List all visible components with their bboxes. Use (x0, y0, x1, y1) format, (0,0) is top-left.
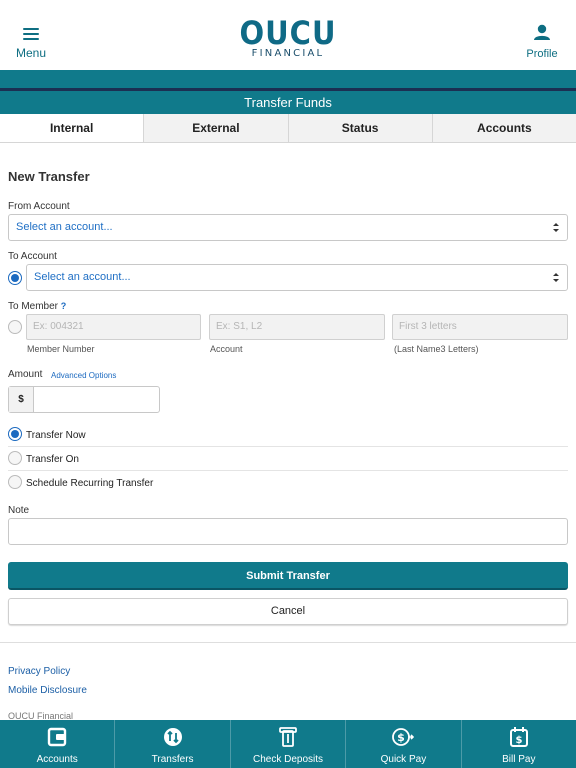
note-label: Note (8, 505, 30, 516)
tab-status[interactable]: Status (289, 114, 433, 142)
dollar-send-icon: $ (392, 728, 415, 746)
divider (8, 446, 568, 447)
nav-accounts[interactable]: Accounts (0, 720, 116, 768)
last-name-input[interactable]: First 3 letters (392, 314, 568, 340)
recurring-transfer-radio[interactable] (8, 475, 22, 489)
tab-accounts[interactable]: Accounts (433, 114, 576, 142)
to-member-radio[interactable] (8, 320, 22, 334)
wallet-icon (48, 727, 67, 747)
page-title: Transfer Funds (0, 91, 576, 114)
profile-label: Profile (526, 48, 558, 60)
transfer-now-radio[interactable] (8, 427, 22, 441)
transfer-tabs: Internal External Status Accounts (0, 114, 576, 143)
transfer-on-label[interactable]: Transfer On (26, 454, 79, 465)
transfer-now-label[interactable]: Transfer Now (26, 430, 86, 441)
from-account-label: From Account (8, 201, 70, 212)
to-member-label-text: To Member (8, 301, 59, 312)
to-account-value: Select an account... (34, 271, 131, 283)
select-caret-icon (553, 223, 559, 232)
menu-button[interactable]: Menu (10, 22, 52, 60)
currency-addon: $ (9, 387, 34, 412)
nav-accounts-label: Accounts (36, 754, 78, 765)
svg-text:$: $ (515, 735, 522, 746)
member-account-input[interactable]: Ex: S1, L2 (209, 314, 385, 340)
note-input[interactable] (8, 518, 568, 545)
member-account-label: Account (210, 344, 243, 354)
submit-transfer-button[interactable]: Submit Transfer (8, 562, 568, 590)
help-icon[interactable]: ? (61, 301, 67, 311)
menu-label: Menu (15, 46, 47, 60)
divider (8, 470, 568, 471)
footer-divider (0, 642, 576, 643)
nav-transfers-label: Transfers (151, 754, 194, 765)
nav-transfers[interactable]: Transfers (115, 720, 231, 768)
hamburger-icon (23, 28, 39, 40)
nav-quick-pay-label: Quick Pay (380, 754, 427, 765)
profile-button[interactable]: Profile (524, 24, 560, 60)
check-deposit-icon (279, 727, 297, 747)
amount-input[interactable]: $ (8, 386, 160, 413)
select-caret-icon (553, 273, 559, 282)
nav-bill-pay-label: Bill Pay (502, 754, 536, 765)
member-number-input[interactable]: Ex: 004321 (26, 314, 201, 340)
tab-external[interactable]: External (144, 114, 289, 142)
logo-wordmark: OUCU (239, 14, 337, 52)
member-number-label: Member Number (27, 344, 95, 354)
to-account-label: To Account (8, 251, 57, 262)
mobile-disclosure-link[interactable]: Mobile Disclosure (8, 685, 87, 696)
advanced-options-link[interactable]: Advanced Options (51, 371, 116, 380)
to-account-radio[interactable] (8, 271, 22, 285)
transfer-arrows-icon (163, 728, 182, 746)
last-name-label: (Last Name3 Letters) (394, 344, 479, 354)
to-account-select[interactable]: Select an account... (26, 264, 568, 291)
tab-internal[interactable]: Internal (0, 114, 145, 142)
nav-quick-pay[interactable]: $ Quick Pay (346, 720, 462, 768)
amount-label: Amount (8, 369, 43, 380)
svg-text:$: $ (398, 731, 406, 744)
header-band (0, 70, 576, 88)
nav-check-deposits-label: Check Deposits (253, 754, 324, 765)
from-account-select[interactable]: Select an account... (8, 214, 568, 241)
cancel-button[interactable]: Cancel (8, 598, 568, 625)
from-account-value: Select an account... (16, 221, 113, 233)
to-member-label: To Member ? (8, 301, 66, 312)
recurring-transfer-label[interactable]: Schedule Recurring Transfer (26, 478, 153, 489)
transfer-on-radio[interactable] (8, 451, 22, 465)
bottom-nav: Accounts Transfers Check Deposits $ Quic… (0, 720, 576, 768)
bill-calendar-icon: $ (509, 727, 528, 747)
nav-bill-pay[interactable]: $ Bill Pay (462, 720, 576, 768)
privacy-policy-link[interactable]: Privacy Policy (8, 666, 70, 677)
app-header: Menu OUCU FINANCIAL Profile (0, 0, 576, 70)
brand-logo[interactable]: OUCU FINANCIAL (236, 14, 340, 59)
nav-check-deposits[interactable]: Check Deposits (231, 720, 347, 768)
section-title: New Transfer (8, 169, 90, 184)
user-icon (534, 24, 550, 40)
